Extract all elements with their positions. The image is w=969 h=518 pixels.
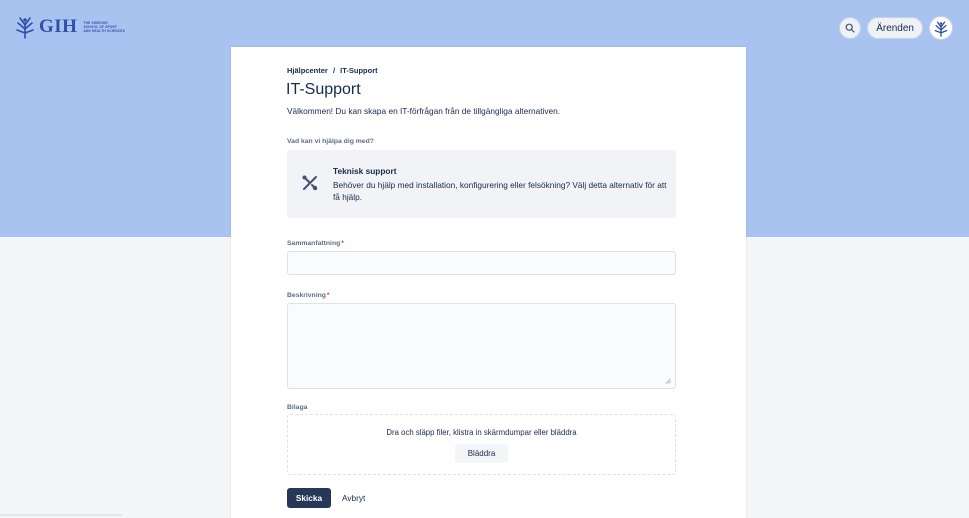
request-form-card: Hjälpcenter / IT-Support IT-Support Välk… (231, 47, 746, 518)
welcome-text: Välkommen! Du kan skapa en IT-förfrågan … (287, 106, 561, 116)
breadcrumb: Hjälpcenter / IT-Support (287, 66, 381, 75)
summary-label: Sammanfattning* (287, 240, 344, 247)
requests-button[interactable]: Ärenden (867, 17, 923, 39)
submit-button[interactable]: Skicka (287, 488, 331, 508)
search-icon (845, 23, 855, 33)
request-type-option[interactable]: Teknisk support Behöver du hjälp med ins… (287, 150, 676, 218)
logo-text: GIH (39, 16, 78, 37)
page-title: IT-Support (286, 81, 361, 98)
tools-icon (302, 175, 318, 191)
request-type-description: Behöver du hjälp med installation, konfi… (333, 180, 667, 202)
dropzone-text: Dra och släpp filer, klistra in skärmdum… (386, 428, 577, 437)
required-marker: * (341, 240, 344, 247)
avatar[interactable] (929, 16, 953, 40)
breadcrumb-current[interactable]: IT-Support (340, 66, 378, 75)
browse-button[interactable]: Bläddra (455, 444, 508, 463)
attachment-dropzone[interactable]: Dra och släpp filer, klistra in skärmdum… (287, 414, 676, 475)
cancel-button[interactable]: Avbryt (342, 488, 365, 508)
breadcrumb-home[interactable]: Hjälpcenter (287, 66, 328, 75)
search-button[interactable] (839, 17, 862, 39)
logo-subtext: THE SWEDISH SCHOOL OF SPORT AND HEALTH S… (83, 21, 125, 33)
description-textarea[interactable] (287, 303, 676, 389)
gih-tree-icon (16, 17, 34, 39)
logo[interactable]: GIH THE SWEDISH SCHOOL OF SPORT AND HEAL… (14, 15, 125, 39)
summary-input[interactable] (287, 251, 676, 275)
required-marker: * (326, 292, 330, 299)
request-type-title: Teknisk support (333, 166, 397, 176)
breadcrumb-separator: / (332, 66, 336, 75)
header-actions: Ärenden (839, 16, 953, 40)
resize-grip-icon[interactable] (665, 378, 671, 384)
gih-tree-icon (934, 20, 948, 37)
description-label: Beskrivning* (287, 292, 330, 299)
divider (0, 514, 122, 516)
request-type-question: Vad kan vi hjälpa dig med? (287, 138, 374, 145)
attachment-label: Bilaga (287, 404, 308, 411)
